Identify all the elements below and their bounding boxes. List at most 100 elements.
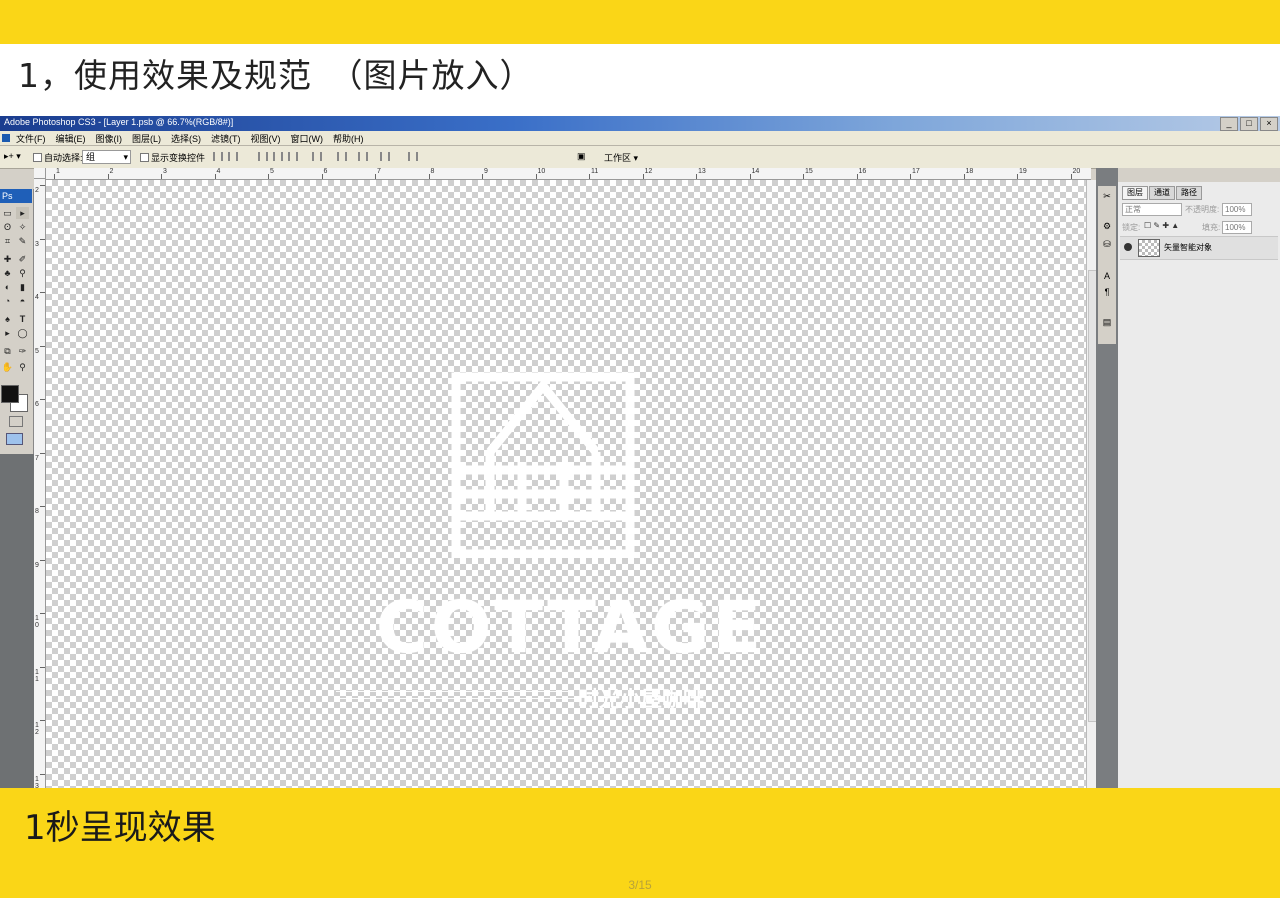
layer-name: 矢量智能对象	[1164, 243, 1212, 252]
ruler-tick	[321, 174, 323, 179]
fill-input[interactable]: 100%	[1222, 221, 1252, 234]
ruler-tick	[214, 174, 216, 179]
move-tool-icon[interactable]: ▸	[16, 207, 29, 219]
left-gutter	[0, 454, 34, 788]
brush-tool-icon[interactable]: ✐	[16, 253, 29, 265]
ruler-origin[interactable]	[34, 168, 46, 179]
ruler-tick	[803, 174, 804, 179]
blur-tool-icon[interactable]: ◔	[1, 295, 14, 307]
menu-filter[interactable]: 滤镜(T)	[206, 132, 246, 145]
move-tool-icon[interactable]: ▸+ ▾	[4, 151, 21, 162]
vertical-ruler[interactable]: 2 3 4 5 6 7 8 9 1 0 1 1 1 2 1 3	[34, 179, 46, 788]
tab-paths[interactable]: 路径	[1176, 186, 1202, 200]
eyedropper-icon[interactable]: ✑	[16, 345, 29, 357]
layer-comps-icon[interactable]: ▤	[1101, 316, 1113, 328]
ruler-label: 6	[35, 401, 39, 408]
shape-tool-icon[interactable]: ◯	[16, 327, 29, 339]
menu-layer[interactable]: 图层(L)	[127, 132, 166, 145]
ruler-tick	[40, 345, 45, 347]
tab-channels[interactable]: 通道	[1149, 186, 1175, 200]
distribute-right-icon[interactable]	[380, 152, 390, 161]
clone-source-icon[interactable]: ⛁	[1101, 238, 1113, 250]
ruler-label: 5	[270, 168, 274, 175]
menu-view[interactable]: 视图(V)	[246, 132, 286, 145]
pen-tool-icon[interactable]: ♠	[1, 313, 14, 325]
opacity-input[interactable]: 100%	[1222, 203, 1252, 216]
ruler-tick	[696, 174, 697, 179]
eye-icon[interactable]	[1124, 243, 1132, 251]
paragraph-icon[interactable]: ¶	[1101, 286, 1113, 298]
distribute-left-icon[interactable]	[358, 152, 368, 161]
stamp-tool-icon[interactable]: ♣	[1, 267, 14, 279]
workspace-button[interactable]: 工作区 ▾	[604, 151, 638, 164]
magic-wand-icon[interactable]: ✧	[16, 221, 29, 233]
ruler-label: 8	[430, 168, 435, 175]
eraser-tool-icon[interactable]: ◐	[1, 281, 14, 293]
tool-presets-icon[interactable]: ✂	[1101, 190, 1113, 202]
distribute-middle-icon[interactable]	[337, 152, 347, 161]
zoom-tool-icon[interactable]: ⚲	[16, 361, 29, 373]
gradient-tool-icon[interactable]: ▮	[16, 281, 29, 293]
ruler-label: 10	[537, 168, 546, 175]
ruler-tick	[40, 452, 45, 454]
ruler-label: 4	[35, 294, 39, 301]
maximize-button[interactable]: □	[1240, 117, 1258, 131]
align-middle-icon[interactable]	[228, 152, 238, 161]
show-transform-checkbox[interactable]: 显示变换控件	[140, 151, 205, 164]
type-tool-icon[interactable]: T	[16, 313, 29, 325]
ruler-label: 4	[216, 168, 221, 175]
ruler-tick	[40, 506, 45, 507]
menu-window[interactable]: 窗口(W)	[286, 132, 329, 145]
notes-tool-icon[interactable]: ⧉	[1, 345, 14, 357]
menu-image[interactable]: 图像(I)	[91, 132, 128, 145]
foreground-color-swatch[interactable]	[1, 385, 19, 403]
align-top-icon[interactable]	[213, 152, 223, 161]
close-button[interactable]: ×	[1260, 117, 1278, 131]
page-number: 3/15	[628, 878, 652, 892]
menu-edit[interactable]: 编辑(E)	[51, 132, 91, 145]
document-canvas[interactable]: COTTAGE 时光小屋咖啡	[46, 180, 1086, 788]
history-brush-icon[interactable]: ⚲	[16, 267, 29, 279]
character-icon[interactable]: A	[1101, 270, 1113, 282]
dodge-tool-icon[interactable]: ◓	[16, 295, 29, 307]
menu-bar: 文件(F) 编辑(E) 图像(I) 图层(L) 选择(S) 滤镜(T) 视图(V…	[0, 131, 1280, 146]
quick-mask-icon[interactable]	[9, 416, 23, 427]
ruler-tick	[54, 174, 55, 179]
menu-help[interactable]: 帮助(H)	[328, 132, 369, 145]
crop-tool-icon[interactable]: ⌗	[1, 235, 14, 247]
ruler-label: 7	[377, 168, 381, 175]
bridge-icon[interactable]: ▣	[577, 151, 586, 162]
auto-align-icon[interactable]	[408, 152, 418, 161]
align-right-icon[interactable]	[288, 152, 298, 161]
brushes-icon[interactable]: ⚙	[1101, 220, 1113, 232]
lock-icons[interactable]: ☐ ✎ ✚ ▲	[1144, 221, 1179, 230]
blend-mode-select[interactable]: 正常	[1122, 203, 1182, 216]
menu-select[interactable]: 选择(S)	[166, 132, 206, 145]
slice-tool-icon[interactable]: ✎	[16, 235, 29, 247]
lasso-tool-icon[interactable]: ʘ	[1, 221, 14, 233]
hand-tool-icon[interactable]: ✋	[1, 361, 14, 373]
ruler-label: 2	[109, 168, 114, 175]
minimize-button[interactable]: _	[1220, 117, 1238, 131]
menu-file[interactable]: 文件(F)	[11, 132, 51, 145]
horizontal-ruler[interactable]: 1 2 3 4 5 6 7 8 9 10 11 12 13 14 15 16 17 18 19 20	[46, 168, 1091, 180]
screen-mode-icon[interactable]	[6, 433, 23, 445]
marquee-tool-icon[interactable]: ▭	[1, 207, 14, 219]
fill-label: 填充:	[1202, 223, 1221, 232]
align-center-icon[interactable]	[273, 152, 283, 161]
ruler-label: 11	[591, 168, 599, 175]
panel-header	[1118, 168, 1280, 182]
path-select-icon[interactable]: ▸	[1, 327, 14, 339]
options-bar: ▸+ ▾ 自动选择: 组 ▾ 显示变换控件 ▣ 工作区 ▾	[0, 146, 1280, 169]
align-left-icon[interactable]	[258, 152, 268, 161]
layer-row[interactable]: 矢量智能对象	[1120, 236, 1278, 260]
checkbox-icon	[33, 153, 42, 162]
ruler-label: 19	[1019, 168, 1027, 175]
healing-brush-icon[interactable]: ✚	[1, 253, 14, 265]
auto-select-dropdown[interactable]: 组 ▾	[82, 150, 131, 164]
tab-layers[interactable]: 图层	[1122, 186, 1148, 200]
ruler-tick	[40, 666, 45, 668]
distribute-top-icon[interactable]	[312, 152, 322, 161]
toolbox: Ps ▭ ▸ ʘ ✧ ⌗ ✎ ✚ ✐ ♣ ⚲ ◐ ▮ ◔ ◓ ♠ T ▸ ◯ ⧉…	[0, 189, 34, 454]
auto-select-checkbox[interactable]: 自动选择:	[33, 151, 83, 164]
